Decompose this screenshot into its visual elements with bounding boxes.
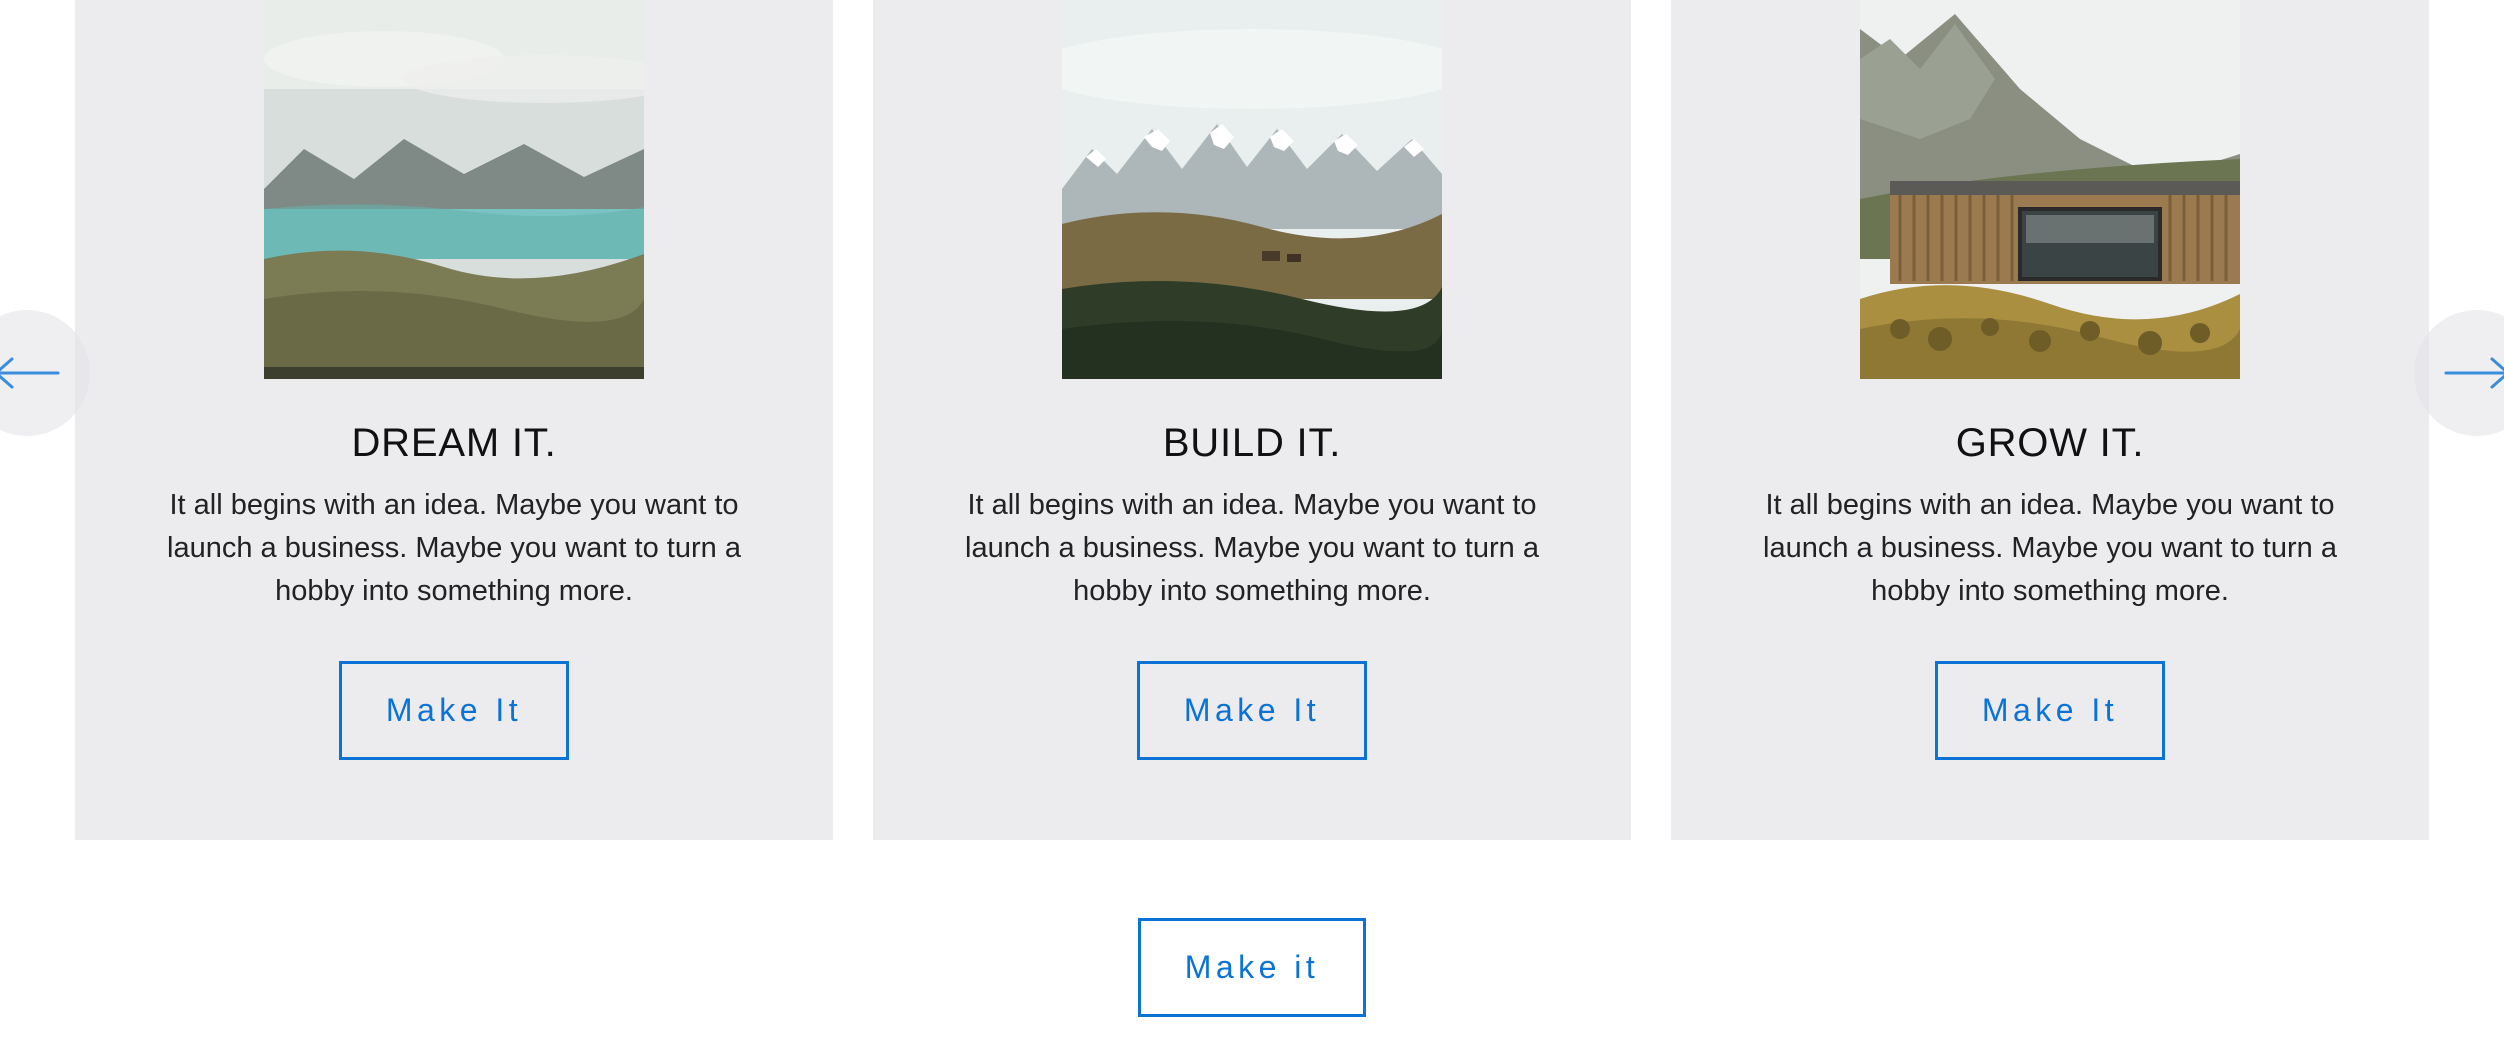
global-cta-row: Make it	[0, 918, 2504, 1017]
carousel: DREAM IT. It all begins with an idea. Ma…	[0, 0, 2504, 840]
make-it-button[interactable]: Make It	[339, 661, 569, 760]
card-title: GROW IT.	[1956, 421, 2145, 466]
card-image-grow	[1860, 0, 2240, 379]
card-image-dream	[264, 0, 644, 379]
card-description: It all begins with an idea. Maybe you wa…	[167, 484, 741, 613]
card-description: It all begins with an idea. Maybe you wa…	[1763, 484, 2337, 613]
card-grow: GROW IT. It all begins with an idea. May…	[1671, 0, 2429, 840]
make-it-button[interactable]: Make It	[1935, 661, 2165, 760]
make-it-button[interactable]: Make It	[1137, 661, 1367, 760]
card-dream: DREAM IT. It all begins with an idea. Ma…	[75, 0, 833, 840]
cards-row: DREAM IT. It all begins with an idea. Ma…	[75, 0, 2429, 840]
card-description: It all begins with an idea. Maybe you wa…	[965, 484, 1539, 613]
card-image-build	[1062, 0, 1442, 379]
card-title: BUILD IT.	[1163, 421, 1341, 466]
arrow-left-icon	[0, 356, 62, 390]
card-title: DREAM IT.	[352, 421, 557, 466]
card-build: BUILD IT. It all begins with an idea. Ma…	[873, 0, 1631, 840]
arrow-right-icon	[2442, 356, 2504, 390]
make-it-global-button[interactable]: Make it	[1138, 918, 1367, 1017]
